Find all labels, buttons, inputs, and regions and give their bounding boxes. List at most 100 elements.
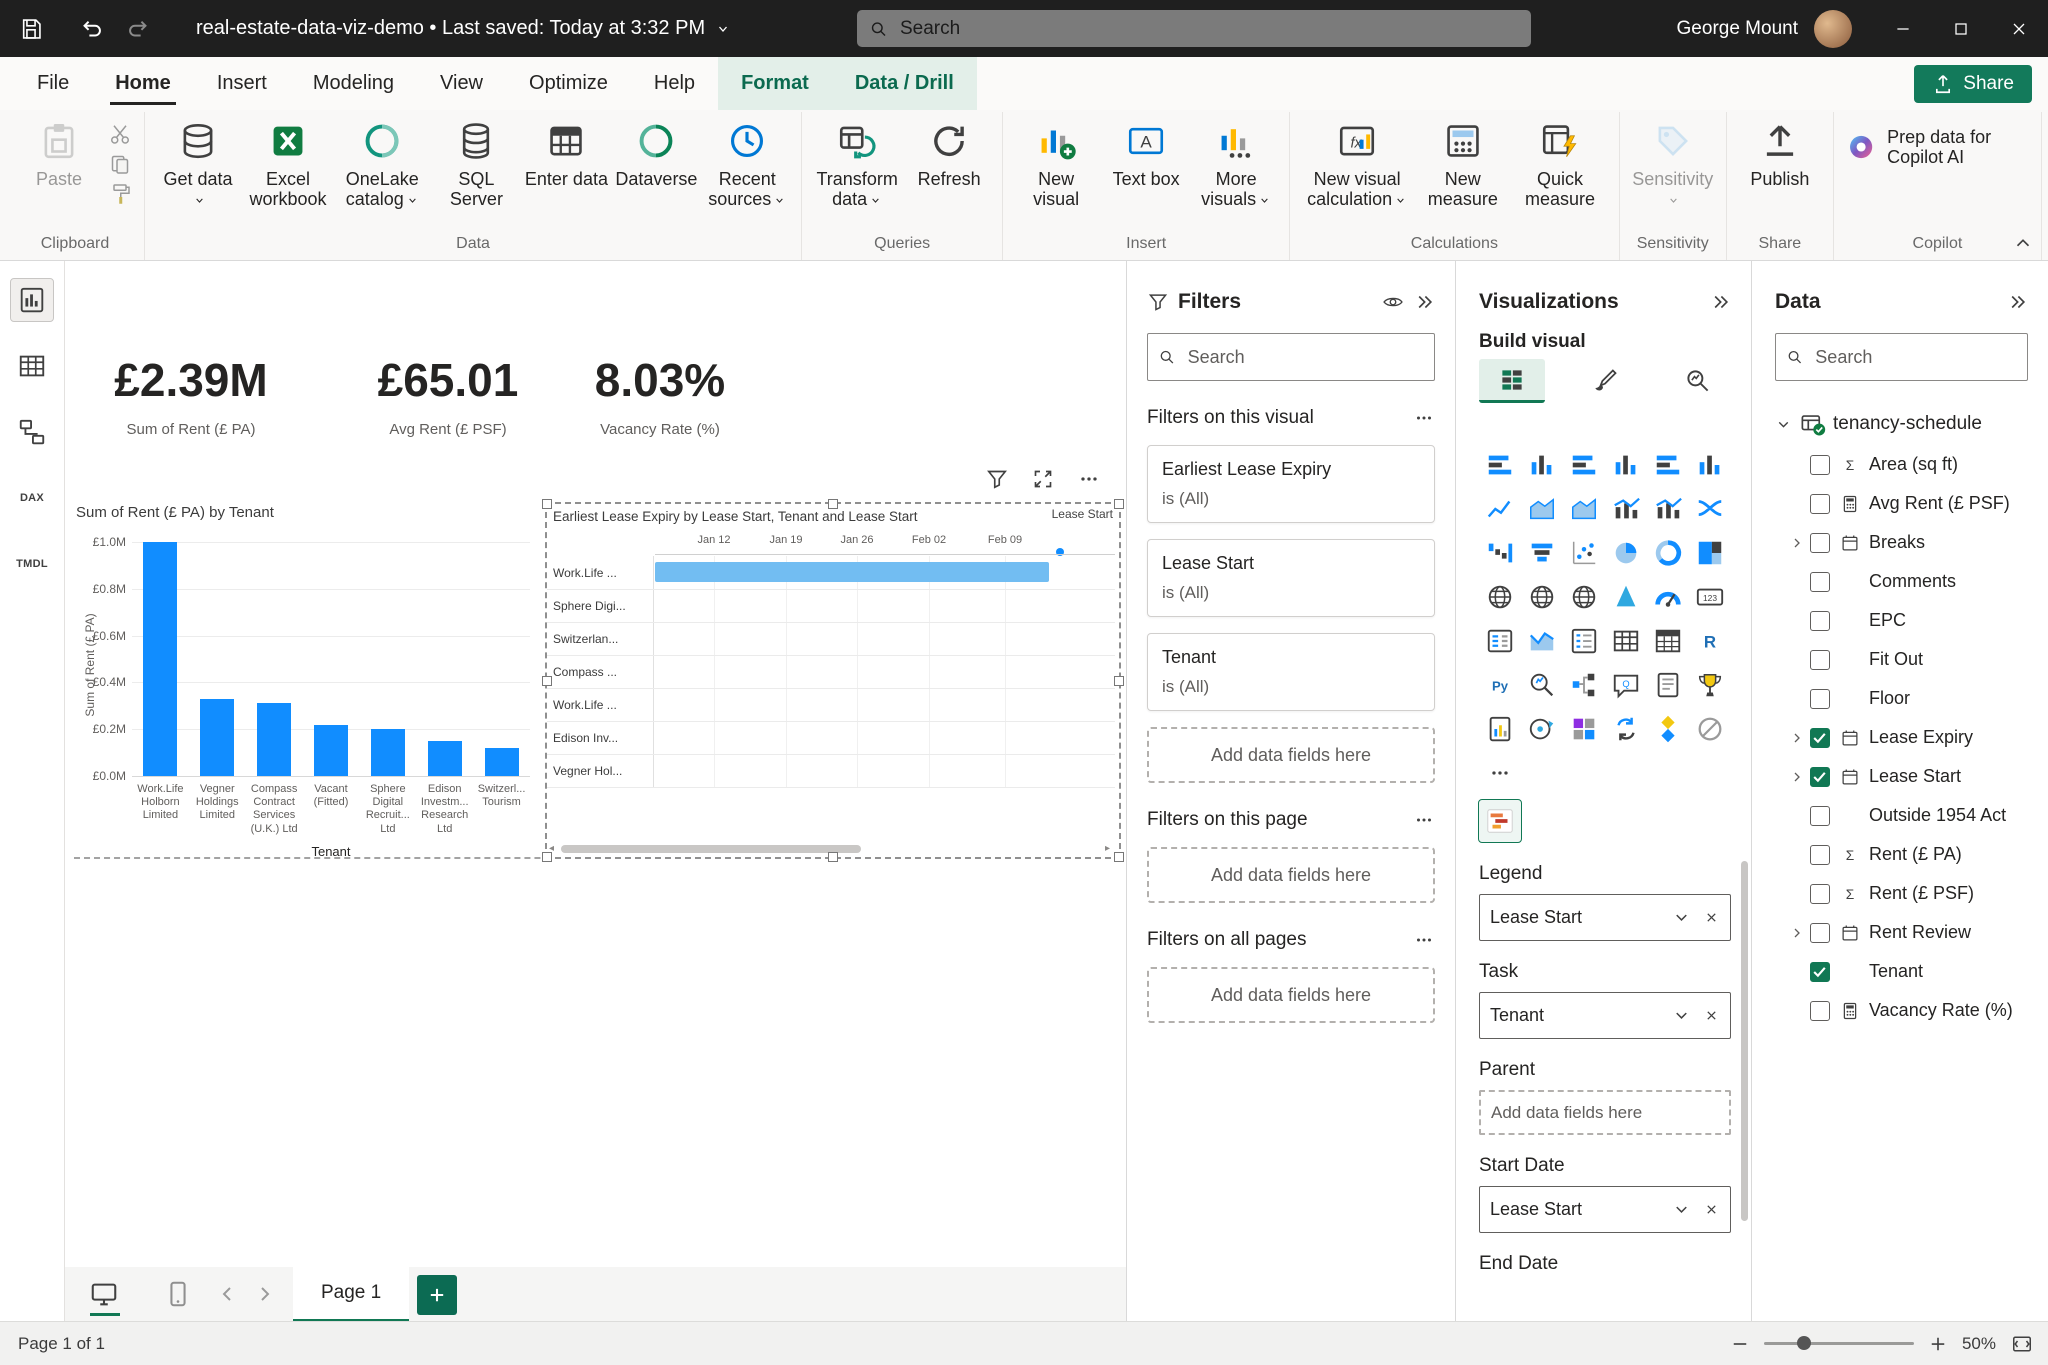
next-page-icon[interactable]: [253, 1282, 277, 1306]
gantt-visual[interactable]: Earliest Lease Expiry by Lease Start, Te…: [545, 502, 1121, 859]
field-tenant[interactable]: Tenant: [1775, 952, 2028, 991]
chevron-down-icon[interactable]: [715, 21, 731, 37]
filters-search[interactable]: [1147, 333, 1435, 381]
visual-type-clustered-column-chart-icon[interactable]: [1605, 444, 1647, 486]
data-search[interactable]: [1775, 333, 2028, 381]
rail-item-report-view[interactable]: [11, 279, 53, 321]
menu-tab-optimize[interactable]: Optimize: [506, 57, 631, 110]
visual-type-slicer-icon[interactable]: [1563, 620, 1605, 662]
visual-type-funnel-chart-icon[interactable]: [1521, 532, 1563, 574]
visual-type-hundred-stacked-column-chart-icon[interactable]: [1689, 444, 1731, 486]
filters-search-input[interactable]: [1186, 346, 1424, 369]
chevron-right-icon[interactable]: [1789, 925, 1805, 941]
gantt-bar[interactable]: [655, 562, 1049, 582]
visual-type-ribbon-chart-icon[interactable]: [1689, 488, 1731, 530]
visual-type-qa-visual-icon[interactable]: Q: [1605, 664, 1647, 706]
chevron-down-icon[interactable]: [1672, 908, 1691, 927]
zoom-slider[interactable]: [1764, 1342, 1914, 1345]
visual-type-decomposition-tree-icon[interactable]: [1563, 664, 1605, 706]
field-rent-review[interactable]: Rent Review: [1775, 913, 2028, 952]
checkbox-lease-expiry[interactable]: [1810, 728, 1830, 748]
more-options-icon[interactable]: [1413, 407, 1435, 429]
transform-data-button[interactable]: Transform data: [810, 112, 904, 209]
field-floor[interactable]: Floor: [1775, 679, 2028, 718]
more-visuals-button[interactable]: More visuals: [1191, 112, 1281, 209]
maximize-button[interactable]: [1932, 0, 1990, 57]
checkbox-breaks[interactable]: [1810, 533, 1830, 553]
visual-type-map-icon[interactable]: [1479, 576, 1521, 618]
menu-tab-help[interactable]: Help: [631, 57, 718, 110]
collapse-pane-icon[interactable]: [2006, 291, 2028, 313]
menu-tab-insert[interactable]: Insert: [194, 57, 290, 110]
visual-type-power-apps-icon[interactable]: [1563, 708, 1605, 750]
visual-type-matrix-icon[interactable]: [1647, 620, 1689, 662]
chevron-right-icon[interactable]: [1789, 730, 1805, 746]
field-lease-expiry[interactable]: Lease Expiry: [1775, 718, 2028, 757]
add-data-fields-dropzone[interactable]: Add data fields here: [1147, 727, 1435, 783]
field-avg-rent-psf[interactable]: Avg Rent (£ PSF): [1775, 484, 2028, 523]
field-area-sq-ft[interactable]: ΣArea (sq ft): [1775, 445, 2028, 484]
visual-type-treemap-icon[interactable]: [1689, 532, 1731, 574]
visual-type-shape-map-icon[interactable]: [1563, 576, 1605, 618]
menu-tab-format[interactable]: Format: [718, 57, 832, 110]
visual-type-clustered-bar-chart-icon[interactable]: [1563, 444, 1605, 486]
rail-item-model-view[interactable]: [11, 411, 53, 453]
visual-type-azure-map-icon[interactable]: [1605, 576, 1647, 618]
selection-handle[interactable]: [1114, 499, 1124, 509]
menu-tab-file[interactable]: File: [14, 57, 92, 110]
desktop-layout-icon[interactable]: [89, 1279, 119, 1309]
copy-icon[interactable]: [108, 152, 132, 176]
text-box-button[interactable]: A Text box: [1101, 112, 1191, 189]
visual-type-filled-map-icon[interactable]: [1521, 576, 1563, 618]
chevron-down-icon[interactable]: [1672, 1200, 1691, 1219]
focus-mode-icon[interactable]: [1031, 467, 1055, 491]
tab-build-visual[interactable]: [1479, 359, 1545, 403]
publish-button[interactable]: Publish: [1735, 112, 1825, 189]
get-more-visuals-button[interactable]: [1479, 752, 1521, 794]
checkbox-tenant[interactable]: [1810, 962, 1830, 982]
bar-compass-contract-services-u-k-ltd[interactable]: [257, 703, 291, 776]
minimize-button[interactable]: [1874, 0, 1932, 57]
new-visual-calculation-button[interactable]: fx New visual calculation: [1298, 112, 1416, 209]
visual-type-custom-visual-b-icon[interactable]: [1689, 708, 1731, 750]
tab-format-visual[interactable]: [1572, 359, 1638, 403]
visual-type-line-chart-icon[interactable]: [1479, 488, 1521, 530]
visual-type-paginated-report-icon[interactable]: [1479, 708, 1521, 750]
onelake-catalog-button[interactable]: OneLake catalog: [333, 112, 431, 209]
enter-data-button[interactable]: Enter data: [521, 112, 611, 189]
checkbox-comments[interactable]: [1810, 572, 1830, 592]
visual-type-key-influencers-icon[interactable]: [1521, 664, 1563, 706]
visual-type-area-chart-icon[interactable]: [1521, 488, 1563, 530]
visual-type-pie-chart-icon[interactable]: [1605, 532, 1647, 574]
field-lease-start[interactable]: Lease Start: [1775, 757, 2028, 796]
sql-server-button[interactable]: SQL Server: [431, 112, 521, 209]
checkbox-rent-review[interactable]: [1810, 923, 1830, 943]
field-epc[interactable]: EPC: [1775, 601, 2028, 640]
field-fit-out[interactable]: Fit Out: [1775, 640, 2028, 679]
field-rent-psf[interactable]: ΣRent (£ PSF): [1775, 874, 2028, 913]
visual-type-waterfall-chart-icon[interactable]: [1479, 532, 1521, 574]
checkbox-avg-rent-psf[interactable]: [1810, 494, 1830, 514]
kpi-card-vacancy-rate[interactable]: 8.03% Vacancy Rate (%): [550, 353, 770, 438]
checkbox-vacancy-rate[interactable]: [1810, 1001, 1830, 1021]
field-outside-1954-act[interactable]: Outside 1954 Act: [1775, 796, 2028, 835]
add-data-fields-dropzone[interactable]: Add data fields here: [1147, 967, 1435, 1023]
more-options-icon[interactable]: [1413, 809, 1435, 831]
visual-type-stacked-area-chart-icon[interactable]: [1563, 488, 1605, 530]
rail-item-table-view[interactable]: [11, 345, 53, 387]
cut-icon[interactable]: [108, 122, 132, 146]
visual-type-card-icon[interactable]: 123: [1689, 576, 1731, 618]
visual-type-custom-visual-a-icon[interactable]: [1647, 708, 1689, 750]
document-title[interactable]: real-estate-data-viz-demo • Last saved: …: [196, 0, 731, 57]
dataverse-button[interactable]: Dataverse: [611, 112, 701, 189]
checkbox-epc[interactable]: [1810, 611, 1830, 631]
add-page-button[interactable]: [417, 1275, 457, 1315]
bar-edison-investm-research-ltd[interactable]: [428, 741, 462, 776]
user-avatar[interactable]: [1814, 10, 1852, 48]
menu-tab-home[interactable]: Home: [92, 57, 194, 110]
undo-icon[interactable]: [78, 16, 104, 42]
page-tab[interactable]: Page 1: [293, 1267, 409, 1322]
prep-data-for-copilot-ai-button[interactable]: Prep data for Copilot AI: [1842, 112, 2033, 168]
visual-type-donut-chart-icon[interactable]: [1647, 532, 1689, 574]
chevron-right-icon[interactable]: [1789, 769, 1805, 785]
